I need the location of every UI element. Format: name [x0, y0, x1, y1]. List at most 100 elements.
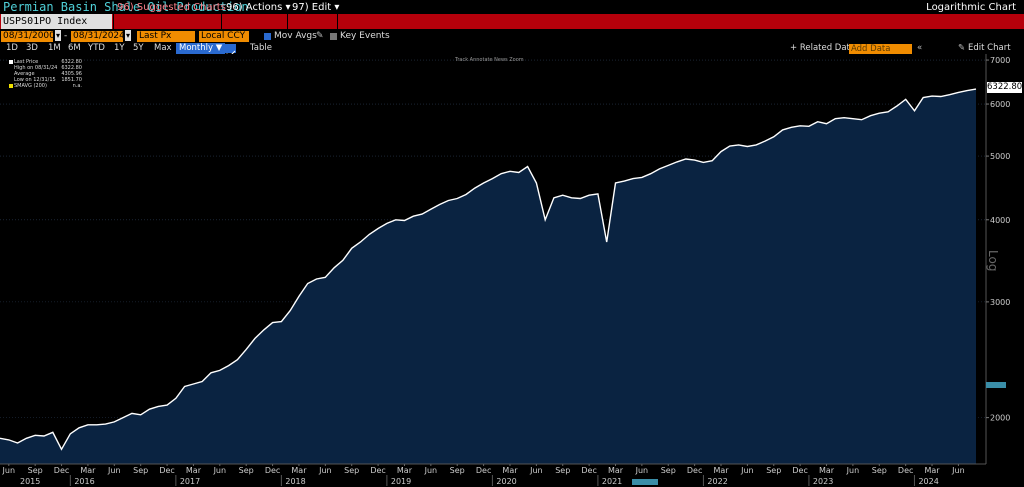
start-date-field[interactable]: 08/31/2000 [1, 31, 55, 42]
x-tick-label: Sep [450, 466, 465, 475]
legend-swatch [9, 84, 13, 88]
legend-swatch [9, 60, 13, 64]
key-events-label[interactable]: Key Events [340, 31, 390, 42]
collapse-icon[interactable]: « [917, 43, 922, 54]
add-data-input[interactable]: Add Data [849, 44, 912, 54]
y-tick-label: 4000 [990, 216, 1010, 225]
x-tick-label: Sep [555, 466, 570, 475]
command-separator [287, 14, 288, 29]
x-tick-label: Dec [581, 466, 596, 475]
frequency-select[interactable]: Monthly ▼ [176, 43, 226, 54]
y-tick-label: 5000 [990, 152, 1010, 161]
x-tick-label: Sep [872, 466, 887, 475]
related-data-button[interactable]: + Related Dat [790, 43, 850, 54]
period-1y[interactable]: 1Y [114, 43, 125, 54]
x-tick-label: Jun [846, 466, 860, 475]
mov-avgs-label[interactable]: Mov Avgs [274, 31, 317, 42]
x-tick-label: Mar [291, 466, 307, 475]
chart-legend[interactable]: Last Price 6322.80 High on 08/31/24 6322.8… [8, 59, 84, 94]
period-1d[interactable]: 1D [6, 43, 18, 54]
period-3d[interactable]: 3D [26, 43, 38, 54]
edit-menu-button[interactable]: 97) Edit ▾ [292, 0, 339, 15]
suggested-charts-button[interactable]: 96) Suggested Charts [117, 0, 226, 15]
date-range-dash: - [64, 31, 68, 41]
x-year-label: 2015 [20, 477, 40, 486]
period-5y[interactable]: 5Y [133, 43, 144, 54]
x-tick-label: Mar [502, 466, 518, 475]
currency-select[interactable]: Local CCY [199, 31, 249, 42]
x-tick-label: Jun [424, 466, 438, 475]
key-events-checkbox[interactable] [330, 33, 337, 40]
x-tick-label: Dec [370, 466, 385, 475]
x-tick-label: Mar [819, 466, 835, 475]
x-year-label: 2022 [707, 477, 727, 486]
x-year-label: 2019 [391, 477, 411, 486]
x-year-label: 2020 [496, 477, 516, 486]
calendar-icon[interactable]: ▾ [55, 30, 61, 41]
axis-marker-badge [986, 382, 1006, 388]
x-tick-label: Mar [397, 466, 413, 475]
command-bar [0, 14, 1024, 29]
chart-mini-toolbar[interactable]: Track Annotate News Zoom [455, 57, 524, 64]
line-chart-icon[interactable] [223, 44, 236, 58]
x-tick-label: Jun [635, 466, 649, 475]
last-value-badge: 6322.80 [987, 82, 1023, 93]
x-year-label: 2023 [813, 477, 833, 486]
x-tick-label: Sep [239, 466, 254, 475]
table-button[interactable]: Table [250, 43, 272, 54]
command-separator [113, 14, 114, 29]
edit-chart-button[interactable]: Edit Chart [968, 43, 1011, 54]
command-separator [337, 14, 338, 29]
x-tick-label: Mar [186, 466, 202, 475]
mov-avgs-checkbox[interactable] [264, 33, 271, 40]
x-tick-label: Jun [2, 466, 16, 475]
x-tick-label: Sep [766, 466, 781, 475]
legend-row-smavg: SMAVG (200) n.a. [8, 83, 84, 89]
actions-menu-button[interactable]: 96) Actions ▾ [226, 0, 291, 15]
x-tick-label: Dec [159, 466, 174, 475]
x-year-label: 2016 [74, 477, 94, 486]
x-tick-label: Jun [318, 466, 332, 475]
x-tick-label: Sep [344, 466, 359, 475]
x-year-label: 2024 [918, 477, 938, 486]
x-year-label: 2018 [285, 477, 305, 486]
chart-mode-label[interactable]: Logarithmic Chart [926, 0, 1016, 15]
x-tick-label: Jun [951, 466, 965, 475]
x-tick-label: Mar [713, 466, 729, 475]
y-tick-label: 2000 [990, 414, 1010, 423]
x-tick-label: Dec [54, 466, 69, 475]
x-tick-label: Dec [792, 466, 807, 475]
x-tick-label: Mar [80, 466, 96, 475]
period-ytd[interactable]: YTD [88, 43, 105, 54]
calendar-icon[interactable]: ▾ [125, 30, 131, 41]
ticker-text: USPS01PO Index [3, 16, 88, 27]
x-tick-label: Mar [924, 466, 940, 475]
pencil-icon[interactable]: ✎ [958, 43, 965, 54]
log-scale-label: Log [986, 250, 1000, 272]
period-6m[interactable]: 6M [68, 43, 81, 54]
x-tick-label: Jun [107, 466, 121, 475]
x-tick-label: Mar [608, 466, 624, 475]
x-tick-label: Dec [898, 466, 913, 475]
y-tick-label: 6000 [990, 100, 1010, 109]
x-tick-label: Dec [265, 466, 280, 475]
x-tick-label: Dec [476, 466, 491, 475]
period-1m[interactable]: 1M [48, 43, 61, 54]
date-marker-badge [632, 479, 658, 485]
chart-area[interactable]: 2000 3000 4000 5000 6000 7000 Jun Sep Dec Mar Jun… [0, 54, 1024, 487]
price-field-select[interactable]: Last Px [137, 31, 195, 42]
x-tick-label: Jun [213, 466, 227, 475]
x-tick-label: Dec [687, 466, 702, 475]
pencil-icon[interactable]: ✎ [316, 31, 324, 42]
x-year-label: 2021 [602, 477, 622, 486]
x-tick-label: Sep [28, 466, 43, 475]
end-date-field[interactable]: 08/31/2024 [71, 31, 125, 42]
y-tick-label: 3000 [990, 298, 1010, 307]
x-tick-label: Sep [661, 466, 676, 475]
x-tick-label: Sep [133, 466, 148, 475]
y-tick-label: 7000 [990, 56, 1010, 65]
period-max[interactable]: Max [154, 43, 172, 54]
x-tick-label: Jun [740, 466, 754, 475]
command-separator [221, 14, 222, 29]
x-tick-label: Jun [529, 466, 543, 475]
